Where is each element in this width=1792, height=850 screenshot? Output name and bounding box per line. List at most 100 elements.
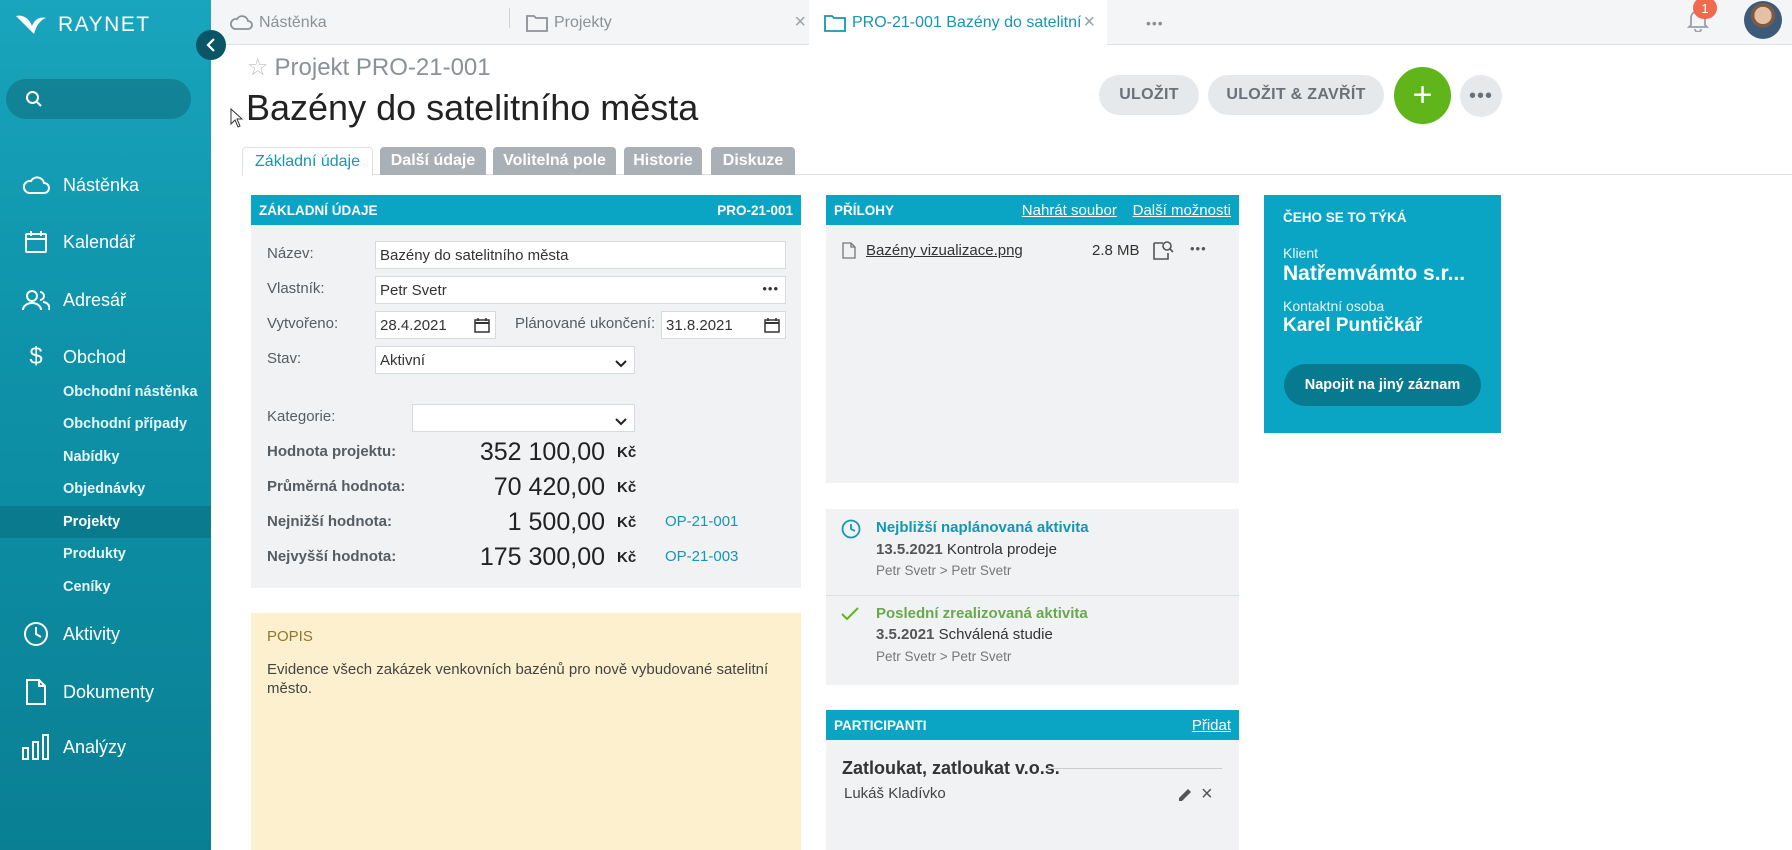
- last-activity-people: Petr Svetr > Petr Svetr: [876, 649, 1012, 664]
- basic-info-panel: ZÁKLADNÍ ÚDAJE PRO-21-001 Název: Bazény …: [251, 195, 801, 588]
- sidebar-subitem-projekty[interactable]: Projekty: [0, 506, 211, 538]
- owner-field[interactable]: Petr Svetr •••: [375, 276, 786, 304]
- sidebar-item-aktivity[interactable]: Aktivity: [0, 614, 211, 654]
- sidebar-item-analyzy[interactable]: Analýzy: [0, 727, 211, 767]
- more-tabs-button[interactable]: •••: [1146, 0, 1186, 45]
- window-tabbar: Nástěnka Projekty × PRO-21-001 Bazény do…: [211, 0, 1792, 46]
- clock-icon: [22, 622, 50, 646]
- last-activity-title: Schválená studie: [938, 626, 1053, 643]
- star-icon[interactable]: ☆: [247, 53, 269, 82]
- sidebar-subitem-obchodni-nastenka[interactable]: Obchodní nástěnka: [0, 376, 211, 408]
- connect-record-button[interactable]: Napojit na jiný záznam: [1284, 364, 1481, 406]
- sidebar-item-adresar[interactable]: Adresář: [0, 280, 211, 320]
- sidebar-item-obchod[interactable]: $ Obchod: [0, 337, 211, 377]
- attachments-panel: PŘÍLOHY Nahrát soubor Další možnosti Baz…: [826, 195, 1239, 483]
- add-participant-link[interactable]: Přidat: [1192, 717, 1231, 734]
- close-icon[interactable]: ×: [1201, 783, 1213, 806]
- sidebar-search[interactable]: [6, 79, 191, 119]
- name-field[interactable]: Bazény do satelitního města: [375, 241, 786, 269]
- sidebar-subitem-label: Ceníky: [63, 579, 111, 595]
- upload-file-link[interactable]: Nahrát soubor: [1022, 202, 1117, 219]
- created-date-field[interactable]: 28.4.2021: [375, 311, 496, 339]
- app-logo[interactable]: RAYNET: [14, 12, 151, 38]
- next-activity-row[interactable]: 13.5.2021 Kontrola prodeje: [876, 541, 1057, 558]
- sidebar-subitem-objednavky[interactable]: Objednávky: [0, 473, 211, 505]
- sidebar-subitem-obchodni-pripady[interactable]: Obchodní případy: [0, 408, 211, 440]
- participants-panel: PARTICIPANTI Přidat Zatloukat, zatloukat…: [826, 710, 1239, 850]
- tab-diskuze[interactable]: Diskuze: [711, 147, 795, 175]
- add-button[interactable]: +: [1394, 67, 1451, 124]
- max-value-link[interactable]: OP-21-003: [665, 548, 738, 565]
- tab-dalsi-udaje[interactable]: Další údaje: [380, 147, 486, 175]
- attachment-name-link[interactable]: Bazény vizualizace.png: [866, 242, 1023, 259]
- contact-label: Kontaktní osoba: [1283, 298, 1385, 314]
- preview-icon[interactable]: [1152, 239, 1174, 264]
- project-value-label: Hodnota projektu:: [267, 443, 397, 460]
- next-activity-heading[interactable]: Nejbližší naplánovaná aktivita: [876, 519, 1089, 536]
- category-label: Kategorie:: [267, 408, 336, 425]
- page-title: Bazény do satelitního města: [246, 87, 699, 128]
- checkmark-icon: [841, 607, 859, 624]
- tab-projekty[interactable]: Projekty ×: [526, 0, 816, 45]
- panel-title: ZÁKLADNÍ ÚDAJE: [259, 202, 378, 218]
- category-select[interactable]: [412, 404, 635, 432]
- mouse-cursor-icon: [230, 107, 244, 131]
- sidebar-item-label: Adresář: [63, 289, 127, 310]
- sidebar-item-label: Nástěnka: [63, 174, 140, 195]
- participant-person[interactable]: Lukáš Kladívko: [844, 785, 946, 802]
- edit-icon[interactable]: [1177, 787, 1193, 806]
- tab-volitelna-pole[interactable]: Volitelná pole: [493, 147, 616, 175]
- state-value: Aktivní: [380, 351, 426, 369]
- sidebar-item-label: Dokumenty: [63, 681, 155, 702]
- description-panel[interactable]: POPIS Evidence všech zakázek venkovních …: [251, 613, 801, 850]
- tab-zakladni-udaje[interactable]: Základní údaje: [242, 147, 373, 176]
- close-icon[interactable]: ×: [1083, 11, 1095, 34]
- panel-title: PŘÍLOHY: [834, 202, 895, 218]
- tab-separator: [509, 8, 510, 28]
- sidebar-collapse-button[interactable]: [196, 30, 226, 60]
- avatar[interactable]: [1744, 1, 1782, 39]
- state-select[interactable]: Aktivní: [375, 346, 635, 374]
- sidebar-subitem-ceniky[interactable]: Ceníky: [0, 571, 211, 603]
- calendar-icon[interactable]: [474, 317, 490, 337]
- contact-link[interactable]: Karel Puntičkář: [1283, 315, 1422, 337]
- last-activity-row[interactable]: 3.5.2021 Schválená studie: [876, 626, 1053, 643]
- sidebar-item-dokumenty[interactable]: Dokumenty: [0, 672, 211, 712]
- owner-value: Petr Svetr: [380, 281, 447, 299]
- sidebar-subitem-produkty[interactable]: Produkty: [0, 538, 211, 570]
- avg-value-label: Průměrná hodnota:: [267, 478, 406, 495]
- close-icon[interactable]: ×: [794, 11, 806, 34]
- panel-header: PŘÍLOHY Nahrát soubor Další možnosti: [826, 195, 1239, 225]
- tab-historie[interactable]: Historie: [624, 147, 702, 175]
- more-actions-button[interactable]: •••: [1460, 75, 1502, 117]
- planned-end-date-field[interactable]: 31.8.2021: [661, 311, 786, 339]
- sidebar-item-nastenka[interactable]: Nástěnka: [0, 165, 211, 205]
- more-icon[interactable]: •••: [1190, 241, 1207, 256]
- save-and-close-button[interactable]: ULOŽIT & ZAVŘÍT: [1208, 75, 1384, 115]
- tab-nastenka[interactable]: Nástěnka: [229, 0, 519, 45]
- calendar-icon[interactable]: [764, 317, 780, 337]
- chevron-left-icon: [206, 38, 215, 52]
- sidebar-subitem-nabidky[interactable]: Nabídky: [0, 441, 211, 473]
- sidebar-subitem-label: Produkty: [63, 546, 126, 562]
- more-icon[interactable]: •••: [762, 281, 779, 296]
- raynet-logo-icon: [16, 15, 46, 34]
- sidebar-item-label: Kalendář: [63, 231, 136, 252]
- more-options-link[interactable]: Další možnosti: [1133, 202, 1231, 219]
- state-label: Stav:: [267, 350, 302, 367]
- attachment-row[interactable]: Bazény vizualizace.png 2.8 MB •••: [842, 241, 1222, 265]
- client-link[interactable]: Natřemvámto s.r...: [1283, 262, 1465, 286]
- calendar-icon: [22, 230, 50, 254]
- related-card: ČEHO SE TO TÝKÁ Klient Natřemvámto s.r..…: [1264, 195, 1501, 433]
- tab-pro-21-001[interactable]: PRO-21-001 Bazény do satelitní ×: [809, 0, 1107, 46]
- tab-label: Nástěnka: [259, 13, 327, 31]
- sidebar-item-kalendar[interactable]: Kalendář: [0, 222, 211, 262]
- cloud-icon: [22, 173, 50, 197]
- notification-badge: 1: [1693, 0, 1717, 19]
- last-activity-heading[interactable]: Poslední zrealizovaná aktivita: [876, 605, 1088, 622]
- chevron-down-icon: [615, 413, 627, 430]
- participant-company[interactable]: Zatloukat, zatloukat v.o.s.: [842, 758, 1060, 779]
- chevron-down-icon: [615, 355, 627, 372]
- save-button[interactable]: ULOŽIT: [1099, 75, 1199, 115]
- min-value-link[interactable]: OP-21-001: [665, 513, 738, 530]
